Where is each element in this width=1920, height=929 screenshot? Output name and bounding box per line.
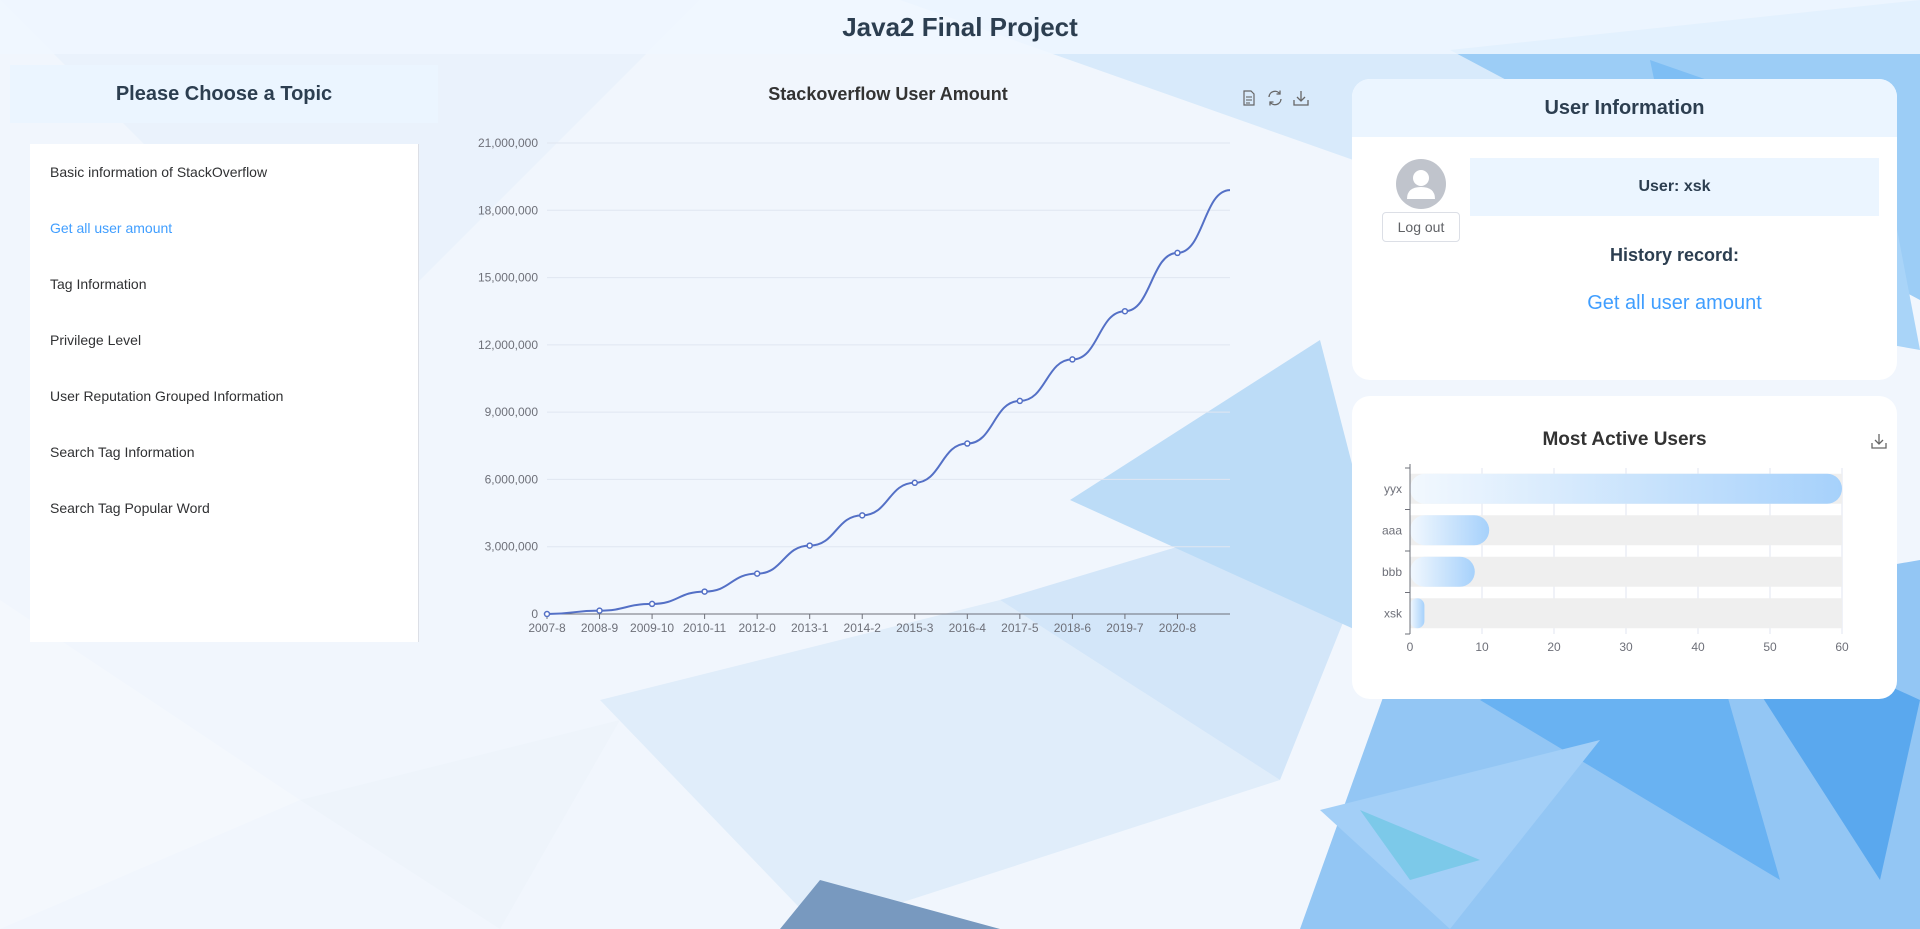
user-info-card: User Information Log out User: xsk Histo…: [1352, 79, 1897, 380]
y-tick-label: 21,000,000: [478, 136, 538, 150]
bar: [1410, 556, 1475, 587]
y-tick-label: 12,000,000: [478, 338, 538, 352]
menu-item-basic-info[interactable]: Basic information of StackOverflow: [30, 144, 418, 200]
topic-menu: Basic information of StackOverflow Get a…: [30, 144, 419, 642]
data-point: [648, 600, 656, 608]
most-active-users-bar-chart: 0 10 20 30 40 50 60 xsk bbb aaa yyx: [1382, 464, 1849, 654]
logout-button[interactable]: Log out: [1382, 212, 1460, 242]
y-tick-label: 9,000,000: [485, 405, 539, 419]
page-title: Java2 Final Project: [842, 11, 1078, 42]
y-category-label: yyx: [1384, 482, 1402, 496]
x-tick-label: 60: [1835, 640, 1849, 654]
download-icon[interactable]: [1870, 432, 1888, 450]
y-tick-label: 3,000,000: [485, 540, 539, 554]
data-point: [1016, 397, 1024, 405]
x-tick-label: 2015-3: [896, 621, 934, 635]
history-label: History record:: [1609, 245, 1740, 265]
data-point: [543, 610, 551, 618]
x-tick-label: 2020-8: [1159, 621, 1197, 635]
chart-title: Stackoverflow User Amount: [768, 84, 1008, 104]
data-point: [858, 512, 866, 519]
x-tick-label: 2010-11: [683, 621, 726, 635]
y-tick-label: 15,000,000: [478, 271, 538, 285]
history-link[interactable]: Get all user amount: [1470, 292, 1879, 315]
refresh-icon[interactable]: [1266, 89, 1284, 107]
x-tick-label: 2018-6: [1054, 621, 1092, 635]
x-tick-label: 2019-7: [1106, 621, 1144, 635]
x-tick-label: 2007-8: [528, 621, 566, 635]
y-tick-label: 6,000,000: [485, 472, 539, 486]
chart-toolbox: [1240, 89, 1310, 107]
data-point: [911, 479, 919, 487]
x-tick-label: 2008-9: [581, 621, 619, 635]
menu-item-privilege-level[interactable]: Privilege Level: [30, 312, 418, 368]
bar: [1410, 598, 1425, 629]
active-users-title: Most Active Users: [1542, 429, 1707, 450]
y-tick-label: 0: [531, 607, 538, 621]
x-tick-label: 2014-2: [844, 621, 882, 635]
data-point: [596, 607, 603, 614]
x-tick-label: 2013-1: [791, 621, 829, 635]
user-avatar-icon: [1396, 159, 1446, 209]
y-category-label: xsk: [1384, 606, 1403, 620]
menu-item-user-amount[interactable]: Get all user amount: [30, 200, 418, 256]
x-tick-label: 40: [1691, 640, 1705, 654]
data-point: [964, 440, 971, 447]
data-point: [1121, 307, 1129, 315]
user-amount-series-line: [546, 189, 1231, 615]
y-category-label: bbb: [1382, 565, 1402, 579]
sidebar-title: Please Choose a Topic: [10, 65, 438, 123]
bar-track: [1410, 598, 1842, 629]
data-view-icon[interactable]: [1240, 89, 1258, 107]
current-user-label: User: xsk: [1470, 158, 1879, 216]
menu-item-tag-info[interactable]: Tag Information: [30, 256, 418, 312]
app-header: Java2 Final Project: [0, 0, 1920, 54]
x-tick-label: 2017-5: [1001, 621, 1039, 635]
x-tick-label: 2009-10: [630, 621, 674, 635]
data-point: [1069, 356, 1076, 363]
x-tick-label: 2016-4: [949, 621, 987, 635]
download-icon[interactable]: [1292, 89, 1310, 107]
x-tick-label: 10: [1475, 640, 1489, 654]
y-category-label: aaa: [1382, 523, 1402, 537]
user-info-title: User Information: [1352, 79, 1897, 137]
menu-item-reputation[interactable]: User Reputation Grouped Information: [30, 368, 418, 424]
data-point: [1174, 249, 1181, 257]
most-active-users-card: Most Active Users 0 10 20 30 40 50 60 xsk bbb aaa…: [1352, 396, 1897, 699]
x-tick-label: 0: [1407, 640, 1414, 654]
bar: [1410, 515, 1490, 546]
x-tick-label: 20: [1547, 640, 1561, 654]
x-tick-label: 2012-0: [738, 621, 776, 635]
data-point: [701, 588, 708, 595]
data-point: [753, 570, 761, 577]
user-amount-line-chart: 0 3,000,000 6,000,000 9,000,000 12,000,000 15…: [478, 136, 1231, 635]
menu-item-search-tag[interactable]: Search Tag Information: [30, 424, 418, 480]
bar: [1410, 473, 1842, 504]
x-tick-label: 30: [1619, 640, 1633, 654]
bar-track: [1410, 556, 1842, 587]
y-tick-label: 18,000,000: [478, 203, 538, 217]
x-tick-label: 50: [1763, 640, 1777, 654]
data-point: [806, 542, 813, 549]
menu-item-search-word[interactable]: Search Tag Popular Word: [30, 480, 418, 536]
